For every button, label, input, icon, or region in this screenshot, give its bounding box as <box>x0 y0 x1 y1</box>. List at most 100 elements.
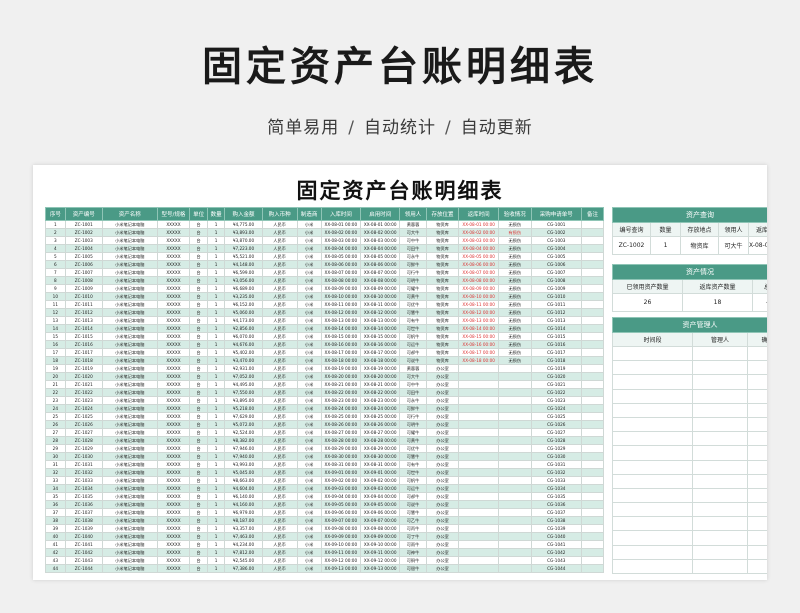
table-cell[interactable]: XX-09-09 00:00 <box>320 532 362 541</box>
table-cell[interactable]: XXXXX <box>156 460 191 469</box>
table-cell[interactable]: ¥5,072.00 <box>224 420 263 429</box>
table-cell[interactable]: 人民币 <box>261 372 298 381</box>
table-cell[interactable]: XX-08-30 00:00 <box>320 452 362 461</box>
table-row[interactable]: 38 ZC-1038 小米笔记本电脑 XXXXX 台 1 ¥8,187.00 人民币 小米 XX-… <box>45 516 605 525</box>
table-cell[interactable]: XX-09-03 00:00 <box>320 484 362 493</box>
table-row[interactable]: 30 ZC-1030 小米笔记本电脑 XXXXX 台 1 ¥7,940.00 人民币 小米 XX-… <box>45 452 605 461</box>
table-cell[interactable]: 无损伤 <box>497 292 532 301</box>
table-cell[interactable]: 人民币 <box>261 300 298 309</box>
table-cell[interactable]: CG-1035 <box>530 492 582 501</box>
table-cell[interactable]: XXXXX <box>156 236 191 245</box>
table-cell[interactable]: 办公室 <box>425 564 460 573</box>
table-cell[interactable]: 可说牛 <box>399 500 427 509</box>
manager-row[interactable] <box>612 473 767 489</box>
table-cell[interactable]: XXXXX <box>156 492 191 501</box>
table-cell[interactable]: 小米 <box>296 396 322 405</box>
manager-row[interactable] <box>612 544 767 560</box>
table-cell[interactable]: 小米笔记本电脑 <box>101 396 158 405</box>
table-cell[interactable]: 31 <box>45 460 66 469</box>
table-cell[interactable]: 小米 <box>296 540 322 549</box>
table-cell[interactable]: 台 <box>189 324 208 333</box>
manager-row[interactable] <box>612 402 767 418</box>
table-cell[interactable]: 物资库 <box>425 292 460 301</box>
table-cell[interactable]: 台 <box>189 252 208 261</box>
table-cell[interactable]: 办公室 <box>425 468 460 477</box>
table-cell[interactable]: 可帆牛 <box>399 332 427 341</box>
table-cell[interactable] <box>580 292 605 301</box>
table-cell[interactable]: ZC-1042 <box>64 548 103 557</box>
table-cell[interactable]: XX-08-25 00:00 <box>320 412 362 421</box>
table-cell[interactable]: CG-1027 <box>530 428 582 437</box>
table-cell[interactable] <box>497 428 532 437</box>
table-cell[interactable]: XX-08-03 00:00 <box>360 236 401 245</box>
table-cell[interactable]: XX-08-16 00:00 <box>458 340 499 349</box>
table-cell[interactable]: 小米 <box>296 356 322 365</box>
table-cell[interactable]: 小米笔记本电脑 <box>101 300 158 309</box>
table-cell[interactable] <box>580 324 605 333</box>
table-cell[interactable] <box>497 412 532 421</box>
table-cell[interactable]: XX-08-08 00:00 <box>458 276 499 285</box>
table-cell[interactable]: 台 <box>189 404 208 413</box>
table-cell[interactable]: XX-08-02 00:00 <box>320 228 362 237</box>
table-cell[interactable]: 18 <box>45 356 66 365</box>
table-cell[interactable]: 1 <box>206 276 226 285</box>
manager-cell[interactable] <box>612 502 693 518</box>
table-cell[interactable]: XX-08-07 00:00 <box>458 268 499 277</box>
table-cell[interactable]: XX-08-21 00:00 <box>360 380 401 389</box>
table-cell[interactable] <box>580 460 605 469</box>
table-cell[interactable]: XXXXX <box>156 516 191 525</box>
table-cell[interactable] <box>580 548 605 557</box>
table-cell[interactable]: XX-09-12 00:00 <box>320 556 362 565</box>
table-row[interactable]: 41 ZC-1041 小米笔记本电脑 XXXXX 台 1 ¥4,234.00 人民币 小米 XX-… <box>45 540 605 549</box>
table-cell[interactable]: ZC-1008 <box>64 276 103 285</box>
table-cell[interactable]: 台 <box>189 260 208 269</box>
table-cell[interactable]: 1 <box>206 292 226 301</box>
table-cell[interactable]: XX-08-09 00:00 <box>458 284 499 293</box>
table-row[interactable]: 40 ZC-1040 小米笔记本电脑 XXXXX 台 1 ¥7,463.00 人民币 小米 XX-… <box>45 532 605 541</box>
table-cell[interactable]: XX-09-10 00:00 <box>360 540 401 549</box>
table-cell[interactable] <box>580 484 605 493</box>
table-cell[interactable]: 小米笔记本电脑 <box>101 548 158 557</box>
table-cell[interactable]: 可田牛 <box>399 388 427 397</box>
table-cell[interactable] <box>458 452 499 461</box>
table-cell[interactable]: CG-1015 <box>530 332 582 341</box>
table-cell[interactable] <box>497 436 532 445</box>
table-cell[interactable]: ¥7,629.00 <box>224 412 263 421</box>
table-cell[interactable]: 人民币 <box>261 236 298 245</box>
table-cell[interactable]: 可慧牛 <box>399 452 427 461</box>
table-cell[interactable] <box>580 452 605 461</box>
table-cell[interactable]: XXXXX <box>156 404 191 413</box>
table-cell[interactable]: 台 <box>189 388 208 397</box>
table-cell[interactable]: 台 <box>189 468 208 477</box>
manager-cell[interactable] <box>747 388 767 404</box>
table-cell[interactable]: 14 <box>45 324 66 333</box>
table-cell[interactable]: 台 <box>189 564 208 573</box>
table-cell[interactable]: 人民币 <box>261 564 298 573</box>
table-cell[interactable]: 无损伤 <box>497 348 532 357</box>
table-cell[interactable]: 小米 <box>296 556 322 565</box>
table-cell[interactable]: ¥4,604.00 <box>224 484 263 493</box>
table-cell[interactable]: XX-08-18 00:00 <box>360 356 401 365</box>
table-cell[interactable]: ¥7,386.00 <box>224 564 263 573</box>
table-cell[interactable]: ¥5,218.00 <box>224 404 263 413</box>
table-cell[interactable]: XX-08-14 00:00 <box>360 324 401 333</box>
table-cell[interactable]: XX-08-26 00:00 <box>360 420 401 429</box>
table-cell[interactable]: ¥6,979.00 <box>224 508 263 517</box>
manager-cell[interactable] <box>747 374 767 390</box>
table-cell[interactable]: 人民币 <box>261 468 298 477</box>
manager-cell[interactable] <box>612 516 693 532</box>
manager-cell[interactable] <box>692 530 748 546</box>
table-cell[interactable]: 小米笔记本电脑 <box>101 324 158 333</box>
table-cell[interactable]: 小米 <box>296 348 322 357</box>
manager-cell[interactable] <box>692 360 748 376</box>
table-cell[interactable]: 台 <box>189 364 208 373</box>
table-cell[interactable]: 9 <box>45 284 66 293</box>
manager-cell[interactable] <box>747 558 767 575</box>
table-cell[interactable] <box>458 516 499 525</box>
table-cell[interactable]: 台 <box>189 500 208 509</box>
table-cell[interactable] <box>580 396 605 405</box>
table-cell[interactable]: 人民币 <box>261 332 298 341</box>
table-cell[interactable]: 无损伤 <box>497 284 532 293</box>
table-cell[interactable]: 台 <box>189 396 208 405</box>
table-cell[interactable]: 办公室 <box>425 508 460 517</box>
